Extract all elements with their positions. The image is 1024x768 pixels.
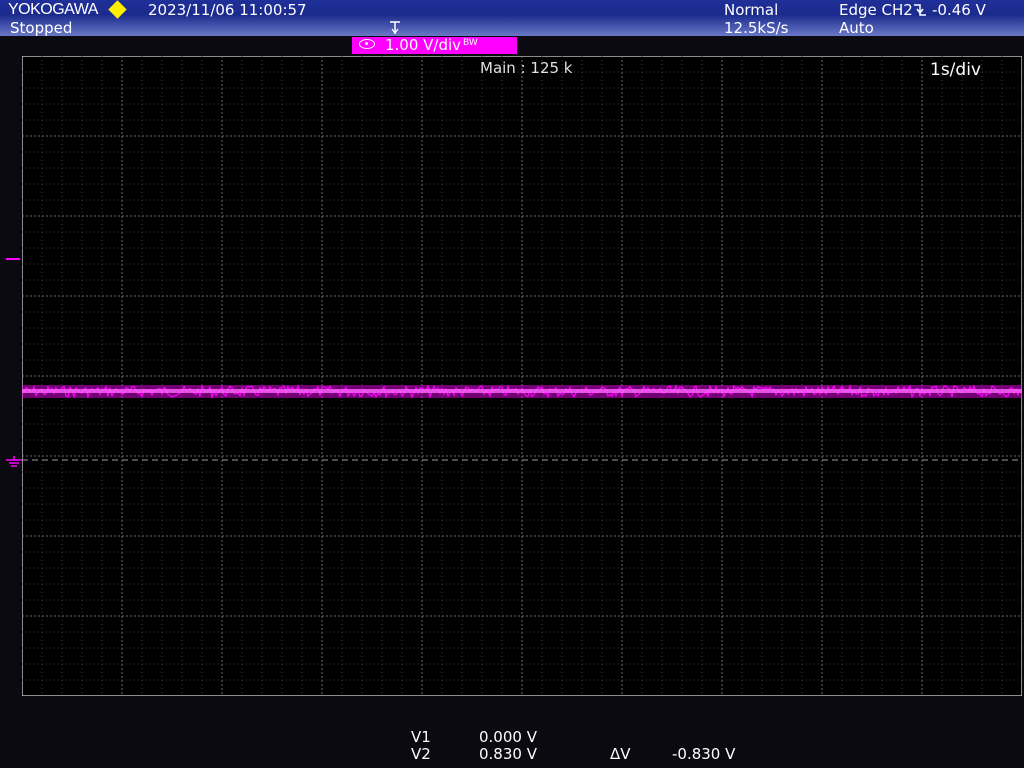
cursor-v2-label: V2 [411, 745, 431, 763]
channel-scale-box[interactable]: 1.00 V/div BW [352, 37, 517, 54]
datetime: 2023/11/06 11:00:57 [148, 1, 307, 19]
trigger-auto: Auto [839, 19, 874, 37]
channel-position-marker[interactable] [6, 258, 20, 260]
sample-rate: 12.5kS/s [724, 19, 789, 37]
cursor-v1-value: 0.000 V [479, 728, 537, 746]
brand-logo: YOKOGAWA [8, 1, 98, 18]
channel-scale: 1.00 V/div [385, 36, 462, 54]
falling-edge-icon [914, 4, 926, 16]
main-record-length: Main : 125 k [480, 59, 573, 77]
diamond-icon [108, 0, 127, 19]
ground-icon[interactable] [6, 454, 22, 470]
trigger-level: -0.46 V [932, 1, 986, 19]
timebase: 1s/div [930, 60, 981, 80]
cursor-v2-value: 0.830 V [479, 745, 537, 763]
cursor-v1-label: V1 [411, 728, 431, 746]
trigger-mode: Normal [724, 1, 779, 19]
acquisition-status: Stopped [10, 19, 73, 37]
channel-trace [22, 384, 1022, 400]
trace-core [22, 389, 1022, 393]
waveform-display[interactable] [22, 56, 1022, 696]
channel-icon [359, 39, 375, 49]
bandwidth-limit-label: BW [463, 38, 478, 48]
cursor-delta-value: -0.830 V [672, 745, 736, 763]
trigger-position-icon [390, 21, 400, 34]
cursor-delta-label: ΔV [610, 745, 631, 763]
status-header: YOKOGAWA 2023/11/06 11:00:57 Stopped Nor… [0, 0, 1024, 36]
trigger-source: Edge CH2 [839, 1, 913, 19]
